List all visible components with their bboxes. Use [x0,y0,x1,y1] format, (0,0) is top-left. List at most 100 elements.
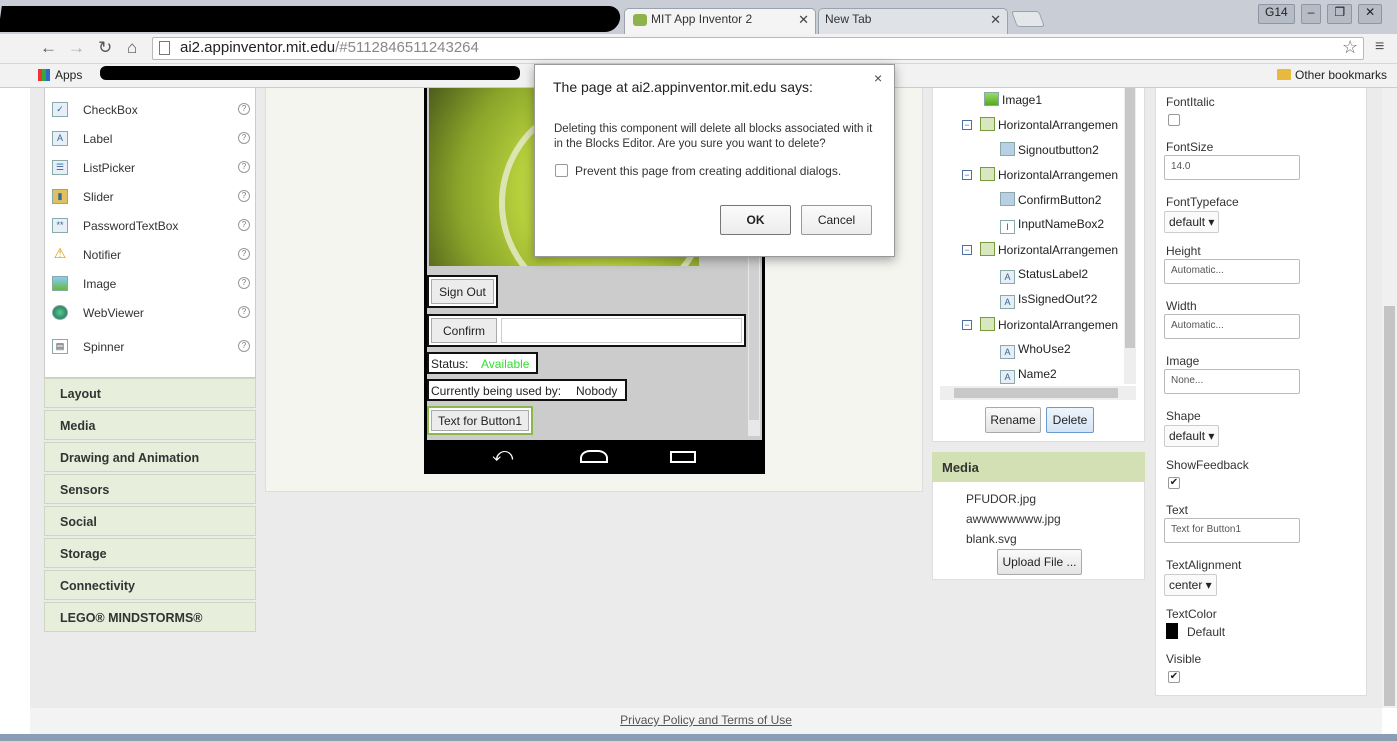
reload-icon[interactable]: ↻ [98,38,112,58]
palette-item-checkbox[interactable]: ✓ CheckBox? [52,99,256,121]
help-icon[interactable]: ? [238,190,250,202]
home-nav-icon[interactable] [580,450,608,463]
palette-item-label[interactable]: A Label? [52,128,256,150]
help-icon[interactable]: ? [238,277,250,289]
new-tab-button[interactable] [1011,11,1045,27]
delete-button[interactable]: Delete [1046,407,1094,433]
collapse-icon[interactable]: − [962,320,972,330]
show-feedback-checkbox[interactable]: ✔ [1168,477,1180,489]
text-color-swatch[interactable] [1166,623,1178,639]
tree-node-name2[interactable]: A Name2 [1000,367,1057,384]
category-lego-mindstorms[interactable]: LEGO® MINDSTORMS® [44,602,256,632]
collapse-icon[interactable]: − [962,245,972,255]
height-input[interactable]: Automatic... [1164,259,1300,284]
back-nav-icon[interactable]: ⤺ [492,444,513,467]
help-icon[interactable]: ? [238,132,250,144]
help-icon[interactable]: ? [238,306,250,318]
menu-icon[interactable]: ≡ [1375,38,1384,56]
category-connectivity[interactable]: Connectivity [44,570,256,600]
rename-button[interactable]: Rename [985,407,1041,433]
text-color-value[interactable]: Default [1187,625,1225,639]
close-tab-icon[interactable]: ✕ [990,12,1001,28]
tab-new-tab[interactable]: New Tab ✕ [818,8,1008,34]
palette-item-listpicker[interactable]: ☰ ListPicker? [52,157,256,179]
help-icon[interactable]: ? [238,103,250,115]
help-icon[interactable]: ? [238,161,250,173]
palette-item-spinner[interactable]: ▤ Spinner? [52,336,256,358]
page-scrollbar[interactable] [1382,88,1397,708]
font-size-input[interactable]: 14.0 [1164,155,1300,180]
input-name-box[interactable] [501,318,742,343]
back-icon[interactable]: ← [40,38,57,58]
profile-badge[interactable]: G14 [1258,4,1295,24]
collapse-icon[interactable]: − [962,120,972,130]
width-input[interactable]: Automatic... [1164,314,1300,339]
shape-dropdown[interactable]: default ▾ [1164,425,1220,447]
forward-icon[interactable]: → [68,38,85,58]
collapse-icon[interactable]: − [962,170,972,180]
image-input[interactable]: None... [1164,369,1300,394]
close-tab-icon[interactable]: ✕ [798,12,809,28]
close-window-icon[interactable]: ✕ [1358,4,1383,24]
sign-out-button[interactable]: Sign Out [427,275,498,308]
tree-node-harr2[interactable]: − HorizontalArrangemen [962,167,1118,182]
restore-icon[interactable]: ❐ [1327,4,1353,24]
prop-text-color-label: TextColor [1166,607,1217,621]
help-icon[interactable]: ? [238,248,250,260]
category-media[interactable]: Media [44,410,256,440]
status-arrangement: Status: Available [427,352,538,374]
font-italic-checkbox[interactable] [1168,114,1180,126]
category-layout[interactable]: Layout [44,378,256,408]
url-text[interactable]: ai2.appinventor.mit.edu/#511284651124326… [180,39,479,56]
apps-bookmark[interactable]: Apps [38,68,82,82]
dialog-title: The page at ai2.appinventor.mit.edu says… [553,79,813,95]
star-icon[interactable]: ☆ [1342,37,1358,58]
tree-node-harr1[interactable]: − HorizontalArrangemen [962,117,1118,132]
minimize-icon[interactable]: ‒ [1300,4,1322,24]
tree-node-statuslabel2[interactable]: A StatusLabel2 [1000,267,1088,284]
text-input[interactable]: Text for Button1 [1164,518,1300,543]
media-file[interactable]: blank.svg [966,532,1017,546]
category-social[interactable]: Social [44,506,256,536]
category-drawing-animation[interactable]: Drawing and Animation [44,442,256,472]
cancel-button[interactable]: Cancel [801,205,872,235]
media-file[interactable]: awwwwwwww.jpg [966,512,1061,526]
palette-item-webviewer[interactable]: WebViewer? [52,302,256,324]
palette-item-notifier[interactable]: ⚠ Notifier? [52,244,256,266]
tree-node-confirmbutton2[interactable]: ConfirmButton2 [1000,192,1101,207]
other-bookmarks[interactable]: Other bookmarks [1277,68,1387,82]
tree-node-inputnamebox2[interactable]: I InputNameBox2 [1000,217,1104,234]
help-icon[interactable]: ? [238,340,250,352]
privacy-policy-link[interactable]: Privacy Policy and Terms of Use [620,713,792,727]
tree-node-whouse2[interactable]: A WhoUse2 [1000,342,1071,359]
tab-app-inventor[interactable]: MIT App Inventor 2 ✕ [624,8,816,34]
recents-nav-icon[interactable] [670,451,696,463]
visible-checkbox[interactable]: ✔ [1168,671,1180,683]
home-icon[interactable]: ⌂ [127,38,137,58]
close-icon[interactable]: × [874,70,882,86]
tree-node-harr4[interactable]: − HorizontalArrangemen [962,317,1118,332]
text-alignment-dropdown[interactable]: center ▾ [1164,574,1217,596]
upload-file-button[interactable]: Upload File ... [997,549,1082,575]
footer: Privacy Policy and Terms of Use [30,708,1382,734]
node-label: HorizontalArrangemen [998,243,1119,257]
tree-vertical-scrollbar[interactable] [1124,88,1136,384]
media-file[interactable]: PFUDOR.jpg [966,492,1036,506]
tree-node-harr3[interactable]: − HorizontalArrangemen [962,242,1118,257]
palette-item-image[interactable]: Image? [52,273,256,295]
palette-item-slider[interactable]: ▮ Slider? [52,186,256,208]
category-sensors[interactable]: Sensors [44,474,256,504]
tree-node-image1[interactable]: Image1 [984,92,1042,107]
ok-button[interactable]: OK [720,205,791,235]
tree-horizontal-scrollbar[interactable] [940,386,1136,400]
tree-node-issignedout2[interactable]: A IsSignedOut?2 [1000,292,1097,309]
help-icon[interactable]: ? [238,219,250,231]
confirm-button[interactable]: Confirm [431,318,497,343]
url-path: /#5112846511243264 [335,39,479,56]
palette-item-passwordtextbox[interactable]: ** PasswordTextBox? [52,215,256,237]
category-storage[interactable]: Storage [44,538,256,568]
tree-node-signoutbutton2[interactable]: Signoutbutton2 [1000,142,1099,157]
font-typeface-dropdown[interactable]: default ▾ [1164,211,1220,233]
button1[interactable]: Text for Button1 [427,406,533,435]
prevent-dialogs-checkbox[interactable] [555,164,568,177]
